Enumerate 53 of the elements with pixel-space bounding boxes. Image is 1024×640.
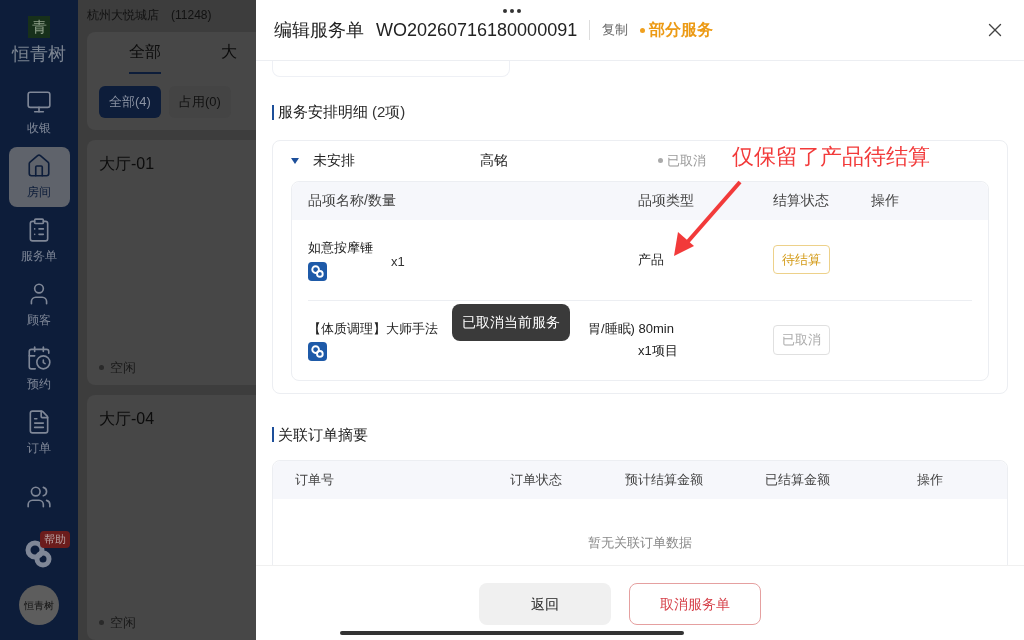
filter-chip[interactable]: 全部(4) [99, 86, 161, 118]
item-name: 如意按摩锤 [308, 239, 373, 258]
section-title: 服务安排明细 [278, 102, 368, 122]
column-header: 操作 [871, 191, 899, 210]
column-header: 订单号 [295, 471, 335, 490]
column-header: 已结算金额 [765, 471, 831, 490]
nav-item[interactable]: 收银 [8, 83, 70, 143]
room-name: 大厅-01 [99, 154, 156, 174]
empty-message: 暂无关联订单数据 [588, 534, 692, 552]
group-label: 未安排 [313, 151, 356, 170]
column-header: 品项名称/数量 [308, 191, 397, 210]
item-quantity: x1 [391, 253, 405, 272]
item-name: 胃/睡眠) 80min [588, 319, 674, 338]
room-name: 大厅-04 [99, 409, 156, 429]
nav-item[interactable]: 顾客 [8, 275, 70, 335]
order-number: WO20260716180000091 [376, 18, 578, 42]
drag-handle-icon[interactable] [502, 9, 522, 13]
calendar-icon [26, 345, 52, 371]
settle-status: 已取消 [773, 325, 830, 355]
tool-icon [308, 342, 327, 362]
logo-glyph: 青 [28, 16, 50, 38]
item-type: 产品 [638, 250, 665, 269]
section-title: 关联订单摘要 [278, 424, 368, 445]
annotation-text: 仅保留了产品待结算 [732, 143, 930, 171]
toast-message: 已取消当前服务 [452, 303, 570, 341]
cancel-order-button[interactable]: 取消服务单 [629, 583, 761, 625]
column-header: 品项类型 [638, 191, 695, 210]
column-header: 预计结算金额 [625, 471, 704, 490]
tool-icon [308, 261, 327, 281]
column-header: 操作 [917, 471, 943, 490]
settle-status: 待结算 [773, 244, 830, 275]
drawer-title: 编辑服务单 [274, 18, 364, 42]
monitor-icon [26, 89, 52, 115]
users-icon [26, 484, 52, 510]
item-count: (2项) [372, 102, 406, 122]
item-name: 【体质调理】大师手法 [308, 319, 438, 338]
nav-item[interactable]: 房间 [8, 147, 70, 207]
home-icon [26, 153, 52, 179]
nav-item[interactable]: 服务单 [8, 211, 70, 271]
store-avatar[interactable]: 恒青树 [19, 585, 59, 625]
nav-item[interactable]: 订单 [8, 403, 70, 463]
group-status: 已取消 [667, 151, 706, 170]
nav-item[interactable]: 预约 [8, 339, 70, 399]
column-header: 结算状态 [773, 191, 830, 210]
column-header: 订单状态 [510, 471, 563, 490]
item-quantity: x1项目 [638, 342, 679, 361]
order-status: 部分服务 [649, 20, 714, 40]
caret-icon[interactable] [291, 157, 299, 164]
help-badge[interactable]: 帮助 [40, 531, 70, 548]
back-button[interactable]: 返回 [479, 583, 611, 625]
staff-name: 高铭 [480, 151, 509, 170]
copy-link[interactable]: 复制 [602, 20, 629, 40]
logo-text: 恒青树 [12, 42, 66, 66]
